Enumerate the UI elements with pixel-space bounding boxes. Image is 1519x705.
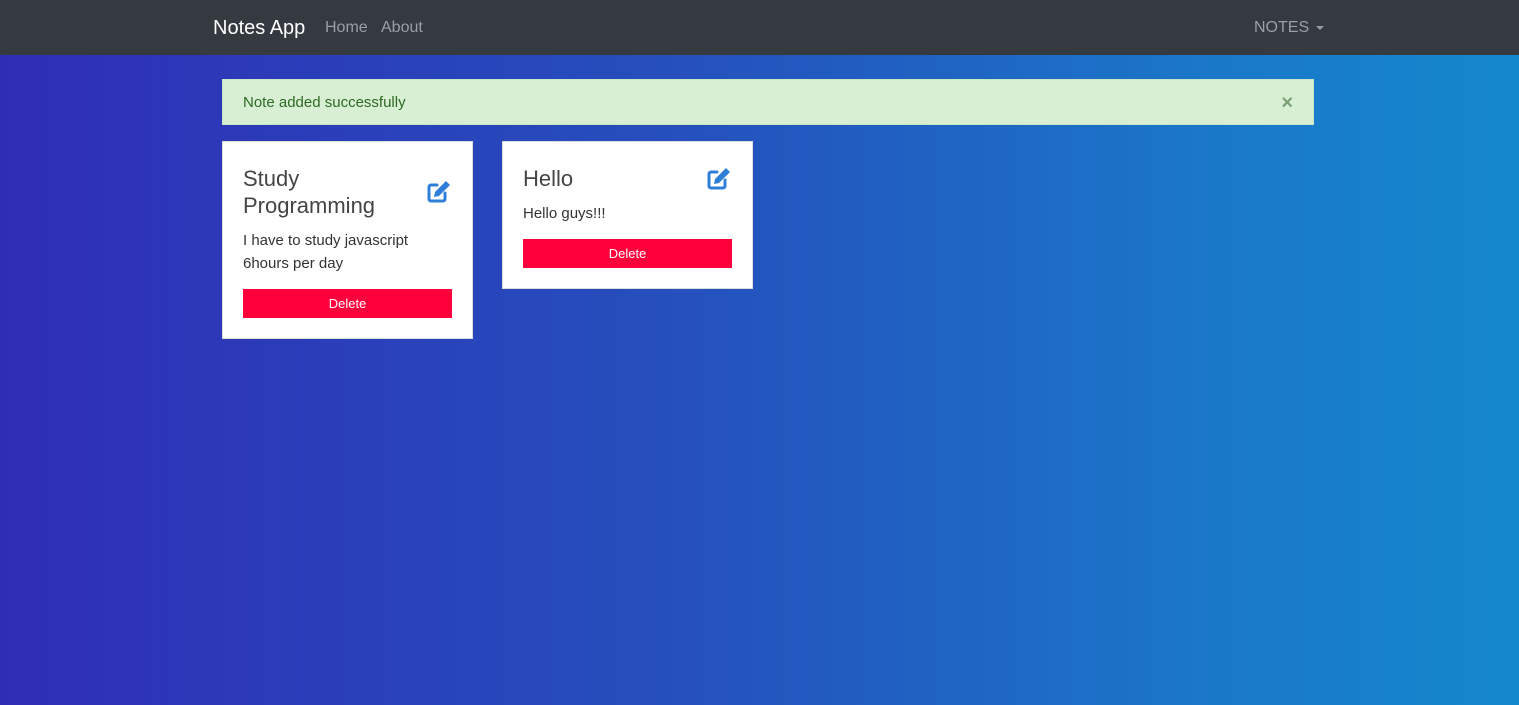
navbar: Notes App Home About NOTES	[0, 0, 1519, 55]
alert-message: Note added successfully	[243, 94, 406, 111]
success-alert: Note added successfully ×	[222, 79, 1314, 125]
note-title: Study Programming	[243, 166, 376, 218]
close-icon[interactable]: ×	[1281, 93, 1293, 113]
edit-icon[interactable]	[706, 165, 732, 191]
navbar-brand[interactable]: Notes App	[213, 15, 305, 41]
note-card: Study Programming I have to study javasc…	[222, 141, 473, 339]
nav-link-home[interactable]: Home	[325, 18, 368, 38]
note-title: Hello	[523, 166, 574, 191]
delete-button[interactable]: Delete	[523, 239, 732, 268]
edit-icon[interactable]	[426, 178, 452, 204]
nav-link-about[interactable]: About	[381, 18, 423, 38]
note-card: Hello Hello guys!!! Delete	[502, 141, 753, 289]
note-body: I have to study javascript 6hours per da…	[243, 232, 409, 272]
delete-button[interactable]: Delete	[243, 289, 452, 318]
notes-dropdown-label: NOTES	[1254, 19, 1310, 36]
note-body: Hello guys!!!	[523, 205, 606, 222]
chevron-down-icon	[1316, 26, 1325, 30]
notes-dropdown[interactable]: NOTES	[1254, 18, 1325, 38]
